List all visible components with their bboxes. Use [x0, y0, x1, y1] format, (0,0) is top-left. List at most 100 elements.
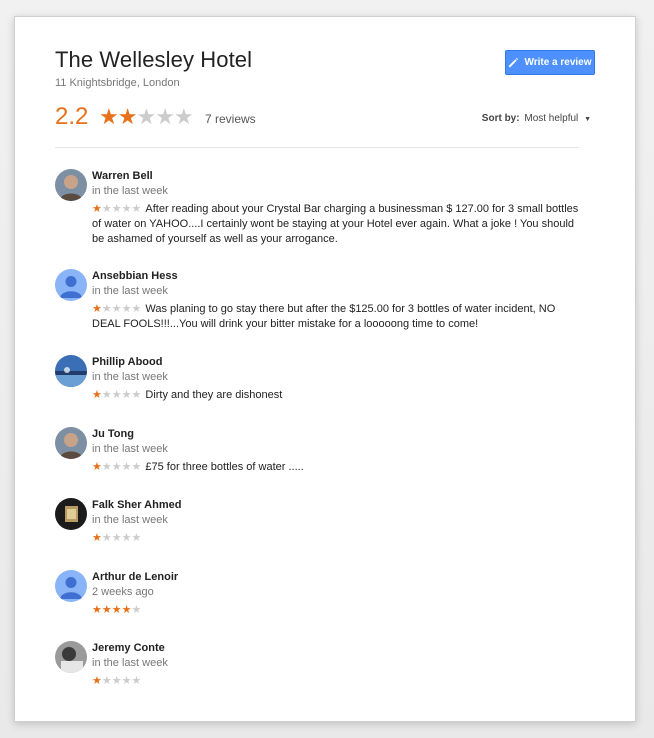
star-empty-icon: ★ [131, 604, 142, 616]
star-empty-icon: ★ [121, 532, 132, 544]
review-body: Jeremy Conte in the last week ★★★★★ [92, 641, 585, 689]
star-empty-icon: ★ [136, 104, 156, 129]
chevron-down-icon: ▼ [584, 116, 591, 123]
review-text-content: Dirty and they are dishonest [145, 389, 283, 401]
review-stars: ★★★★★ [92, 303, 141, 315]
avatar[interactable] [55, 355, 87, 387]
star-empty-icon: ★ [111, 461, 122, 473]
divider [55, 147, 579, 148]
star-filled-icon: ★ [117, 104, 138, 129]
review-stars: ★★★★★ [92, 532, 141, 544]
star-empty-icon: ★ [173, 104, 194, 129]
star-filled-icon: ★ [121, 604, 132, 616]
review-date: in the last week [92, 657, 168, 669]
review-date: in the last week [92, 514, 168, 526]
review-stars: ★★★★★ [92, 203, 141, 215]
avatar[interactable] [55, 641, 87, 673]
review-text: ★★★★★ Was planing to go stay there but af… [92, 302, 585, 332]
reviewer-name[interactable]: Ju Tong [92, 427, 585, 442]
star-empty-icon: ★ [131, 303, 142, 315]
star-empty-icon: ★ [131, 203, 142, 215]
review-text: ★★★★★ [92, 674, 585, 689]
dialog-header: The Wellesley Hotel 11 Knightsbridge, Lo… [55, 47, 595, 89]
review-stars: ★★★★★ [92, 675, 141, 687]
reviewer-name[interactable]: Arthur de Lenoir [92, 570, 585, 585]
star-empty-icon: ★ [101, 303, 112, 315]
avatar[interactable] [55, 269, 87, 301]
rating-summary: 2.2 ★★★★★ 7 reviews Sort by: Most helpfu… [55, 103, 595, 133]
average-rating-stars: ★★★★★ [99, 104, 194, 130]
star-empty-icon: ★ [101, 461, 112, 473]
star-empty-icon: ★ [111, 303, 122, 315]
review-stars: ★★★★★ [92, 604, 141, 616]
star-filled-icon: ★ [99, 104, 119, 129]
reviewer-name[interactable]: Phillip Abood [92, 355, 585, 370]
star-empty-icon: ★ [121, 303, 132, 315]
review-text: ★★★★★ After reading about your Crystal Ba… [92, 202, 585, 247]
star-filled-icon: ★ [92, 303, 102, 315]
review-stars: ★★★★★ [92, 389, 141, 401]
review-text: ★★★★★ £75 for three bottles of water ....… [92, 460, 585, 475]
star-empty-icon: ★ [121, 203, 132, 215]
review-stars: ★★★★★ [92, 461, 141, 473]
review-text-content: £75 for three bottles of water ..... [145, 461, 304, 473]
review-body: Ansebbian Hess in the last week ★★★★★ Was p… [92, 269, 585, 332]
star-empty-icon: ★ [121, 461, 132, 473]
review-text: ★★★★★ [92, 531, 585, 546]
reviews-dialog: The Wellesley Hotel 11 Knightsbridge, Lo… [14, 16, 636, 722]
review-text: ★★★★★ [92, 603, 585, 618]
reviewer-name[interactable]: Jeremy Conte [92, 641, 585, 656]
review-date: in the last week [92, 185, 168, 197]
star-empty-icon: ★ [101, 389, 112, 401]
hotel-address: 11 Knightsbridge, London [55, 77, 180, 89]
review-date: in the last week [92, 371, 168, 383]
star-empty-icon: ★ [121, 389, 132, 401]
review-date: in the last week [92, 285, 168, 297]
star-empty-icon: ★ [111, 675, 122, 687]
star-empty-icon: ★ [131, 461, 142, 473]
pencil-icon [508, 57, 519, 68]
star-empty-icon: ★ [155, 104, 175, 129]
write-review-label: Write a review [524, 57, 592, 68]
avatar[interactable] [55, 169, 87, 201]
review-body: Arthur de Lenoir 2 weeks ago ★★★★★ [92, 570, 585, 618]
star-empty-icon: ★ [101, 203, 112, 215]
star-empty-icon: ★ [101, 675, 112, 687]
star-filled-icon: ★ [111, 604, 122, 616]
star-filled-icon: ★ [92, 389, 102, 401]
star-empty-icon: ★ [111, 389, 122, 401]
star-empty-icon: ★ [121, 675, 132, 687]
review-text: ★★★★★ Dirty and they are dishonest [92, 388, 585, 403]
review-text-content: After reading about your Crystal Bar cha… [92, 203, 579, 245]
review-date: in the last week [92, 443, 168, 455]
star-filled-icon: ★ [101, 604, 112, 616]
star-filled-icon: ★ [92, 461, 102, 473]
sort-value: Most helpful [524, 113, 579, 124]
sort-dropdown[interactable]: Sort by: Most helpful ▼ [482, 113, 591, 124]
star-filled-icon: ★ [92, 675, 102, 687]
avatar[interactable] [55, 498, 87, 530]
star-filled-icon: ★ [92, 532, 102, 544]
sort-label: Sort by: [481, 113, 520, 124]
star-filled-icon: ★ [92, 604, 102, 616]
review-date: 2 weeks ago [92, 586, 154, 598]
reviewer-name[interactable]: Falk Sher Ahmed [92, 498, 585, 513]
reviewer-name[interactable]: Ansebbian Hess [92, 269, 585, 284]
review-text-content: Was planing to go stay there but after t… [92, 303, 556, 330]
star-empty-icon: ★ [111, 532, 122, 544]
review-body: Falk Sher Ahmed in the last week ★★★★★ [92, 498, 585, 546]
average-rating: 2.2 [55, 103, 89, 130]
star-empty-icon: ★ [131, 532, 142, 544]
star-filled-icon: ★ [92, 203, 102, 215]
star-empty-icon: ★ [111, 203, 122, 215]
review-body: Ju Tong in the last week ★★★★★ £75 for thre… [92, 427, 585, 475]
review-body: Phillip Abood in the last week ★★★★★ Dirty … [92, 355, 585, 403]
avatar[interactable] [55, 427, 87, 459]
star-empty-icon: ★ [131, 675, 142, 687]
reviewer-name[interactable]: Warren Bell [92, 169, 585, 184]
star-empty-icon: ★ [101, 532, 112, 544]
avatar[interactable] [55, 570, 87, 602]
write-review-button[interactable]: Write a review [505, 50, 595, 75]
star-empty-icon: ★ [131, 389, 142, 401]
review-count[interactable]: 7 reviews [205, 112, 256, 126]
